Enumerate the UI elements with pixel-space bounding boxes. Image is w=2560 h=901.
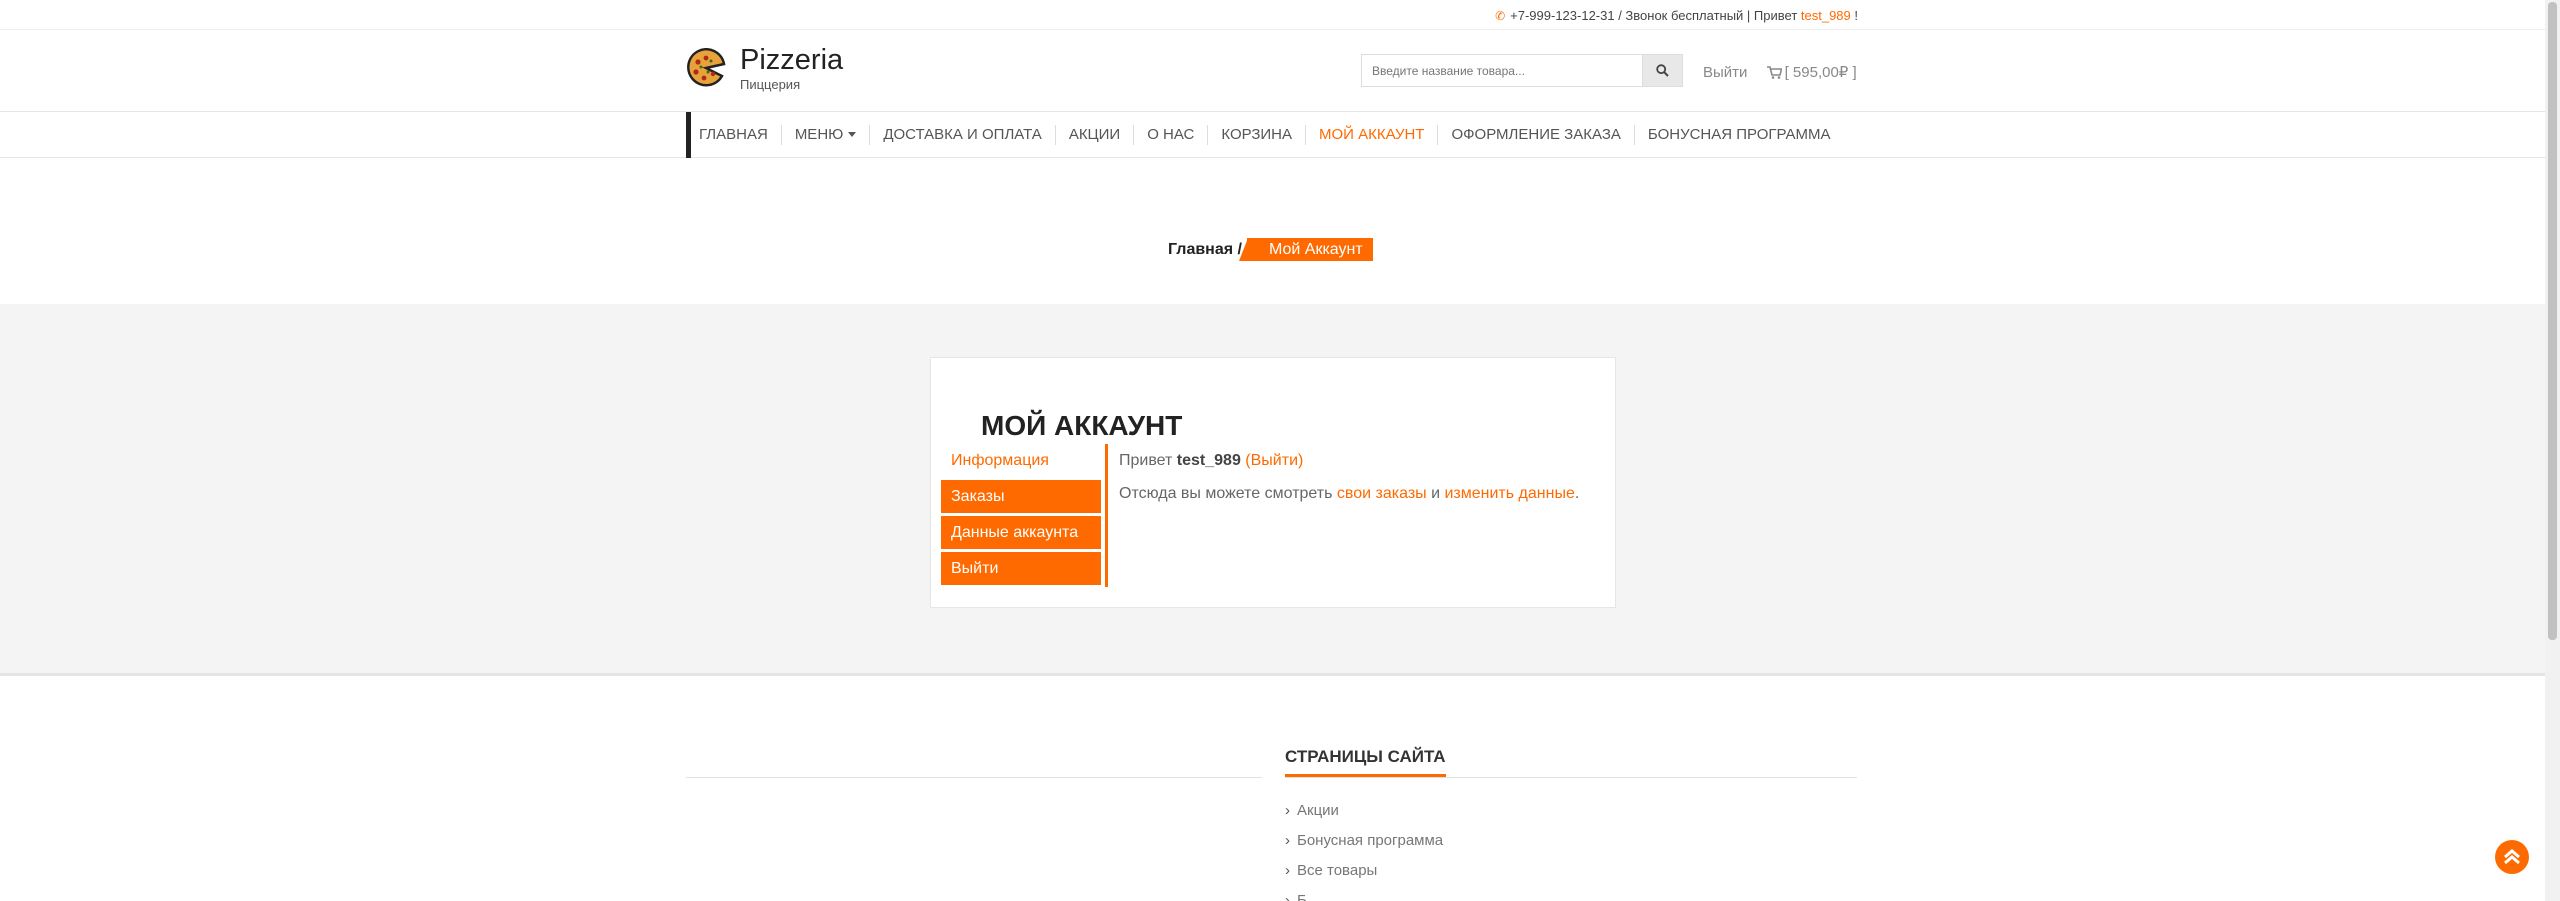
main-nav: Главная Меню Доставка и оплата Акции О н… <box>0 112 2560 158</box>
nav-item-home[interactable]: Главная <box>691 125 781 145</box>
top-bar: ✆ +7-999-123-12-31 / Звонок бесплатный | … <box>0 0 2560 30</box>
footer-link[interactable]: Акции <box>1285 802 1443 832</box>
account-section: Мой аккаунт Информация Заказы Данные акк… <box>0 304 2545 676</box>
user-link[interactable]: test_989 <box>1801 8 1851 23</box>
breadcrumb-home-link[interactable]: Главная / <box>1168 241 1242 259</box>
account-menu-logout[interactable]: Выйти <box>941 552 1101 585</box>
main-nav-list: Главная Меню Доставка и оплата Акции О н… <box>686 112 1844 158</box>
info-and: и <box>1426 485 1445 502</box>
page-scrollbar[interactable] <box>2545 0 2560 901</box>
nav-item-label: Главная <box>699 126 768 143</box>
nav-item-menu[interactable]: Меню <box>780 125 870 145</box>
my-orders-link[interactable]: свои заказы <box>1337 485 1427 502</box>
footer-divider <box>686 777 1262 778</box>
account-menu-info[interactable]: Информация <box>941 444 1101 477</box>
breadcrumb: Главная / Мой Аккаунт <box>1168 238 1373 261</box>
site-logo[interactable]: Pizzeria Пиццерия <box>686 44 843 92</box>
pizza-logo-icon <box>687 48 726 87</box>
phone-icon: ✆ <box>1495 9 1506 23</box>
nav-item-label: Меню <box>794 126 844 143</box>
nav-item-label: Доставка и оплата <box>883 126 1042 143</box>
footer-link[interactable]: Бонусная программа <box>1285 832 1443 862</box>
info-prefix: Отсюда вы можете смотреть <box>1119 485 1337 502</box>
contact-text: +7-999-123-12-31 / Звонок бесплатный | П… <box>1510 8 1801 23</box>
page-title: Мой аккаунт <box>981 410 1183 441</box>
greeting-line: Привет test_989 (Выйти) <box>1119 444 1579 477</box>
nav-item-label: Мой аккаунт <box>1319 126 1425 143</box>
account-info-line: Отсюда вы можете смотреть свои заказы и … <box>1119 477 1579 510</box>
nav-item-delivery[interactable]: Доставка и оплата <box>869 125 1055 145</box>
footer-link-label: Все товары <box>1297 862 1378 879</box>
footer-links: Акции Бонусная программа Все товары Б... <box>1285 802 1443 901</box>
greeting-username: test_989 <box>1176 452 1241 469</box>
scrollbar-thumb[interactable] <box>2548 2 2557 640</box>
account-menu-orders[interactable]: Заказы <box>941 480 1101 513</box>
footer-link[interactable]: Б... <box>1285 892 1443 901</box>
breadcrumb-current: Мой Аккаунт <box>1239 238 1373 261</box>
footer-divider <box>1285 777 1857 778</box>
nav-item-about[interactable]: О нас <box>1133 125 1207 145</box>
nav-item-checkout[interactable]: Оформление заказа <box>1437 125 1633 145</box>
greeting-prefix: Привет <box>1119 452 1177 469</box>
nav-item-label: О нас <box>1147 126 1195 143</box>
breadcrumb-home-label: Главная <box>1168 240 1234 258</box>
cart-icon <box>1766 66 1782 79</box>
site-footer: Страницы сайта Акции Бонусная программа … <box>0 676 2545 901</box>
site-header: Pizzeria Пиццерия Выйти [ 595,00₽ ] <box>0 30 2560 112</box>
nav-item-label: Акции <box>1068 126 1121 143</box>
breadcrumb-band: Главная / Мой Аккаунт <box>0 158 2560 304</box>
header-actions: Выйти [ 595,00₽ ] <box>1703 63 1857 81</box>
nav-item-promotions[interactable]: Акции <box>1054 125 1133 145</box>
greeting-logout-link[interactable]: Выйти <box>1251 452 1298 469</box>
nav-item-my-account[interactable]: Мой аккаунт <box>1305 125 1437 145</box>
cart-link[interactable]: [ 595,00₽ ] <box>1766 64 1857 81</box>
info-end: . <box>1574 485 1580 502</box>
logo-title: Pizzeria <box>740 44 844 76</box>
contact-info: ✆ +7-999-123-12-31 / Звонок бесплатный | … <box>1495 8 1858 23</box>
edit-details-link[interactable]: изменить данные <box>1444 485 1574 502</box>
footer-link-label: Акции <box>1297 802 1339 819</box>
scroll-to-top-button[interactable] <box>2495 840 2529 874</box>
footer-link-label: Б... <box>1297 892 1320 901</box>
chevron-up-icon <box>2504 849 2520 865</box>
account-card: Мой аккаунт Информация Заказы Данные акк… <box>930 357 1616 608</box>
search-form <box>1361 54 1683 87</box>
nav-item-label: Корзина <box>1221 126 1292 143</box>
footer-pages-title: Страницы сайта <box>1285 747 1446 777</box>
nav-item-cart[interactable]: Корзина <box>1207 125 1305 145</box>
account-menu: Информация Заказы Данные аккаунта Выйти <box>941 444 1101 588</box>
footer-link-label: Бонусная программа <box>1297 832 1444 849</box>
account-content: Привет test_989 (Выйти) Отсюда вы можете… <box>1119 444 1579 510</box>
nav-item-label: Бонусная программа <box>1647 126 1831 143</box>
cart-total: [ 595,00₽ ] <box>1784 64 1857 81</box>
account-menu-details[interactable]: Данные аккаунта <box>941 516 1101 549</box>
nav-item-label: Оформление заказа <box>1451 126 1621 143</box>
search-input[interactable] <box>1361 54 1642 87</box>
search-button[interactable] <box>1642 54 1683 87</box>
footer-link[interactable]: Все товары <box>1285 862 1443 892</box>
header-logout-link[interactable]: Выйти <box>1703 64 1747 81</box>
chevron-down-icon <box>848 132 857 137</box>
nav-item-bonus[interactable]: Бонусная программа <box>1633 125 1844 145</box>
greeting-paren-close: ) <box>1298 452 1304 469</box>
search-icon <box>1656 64 1669 77</box>
logo-subtitle: Пиццерия <box>740 77 801 92</box>
greeting-paren-open: ( <box>1240 452 1251 469</box>
contact-suffix: ! <box>1850 8 1858 23</box>
account-divider <box>1105 444 1108 587</box>
